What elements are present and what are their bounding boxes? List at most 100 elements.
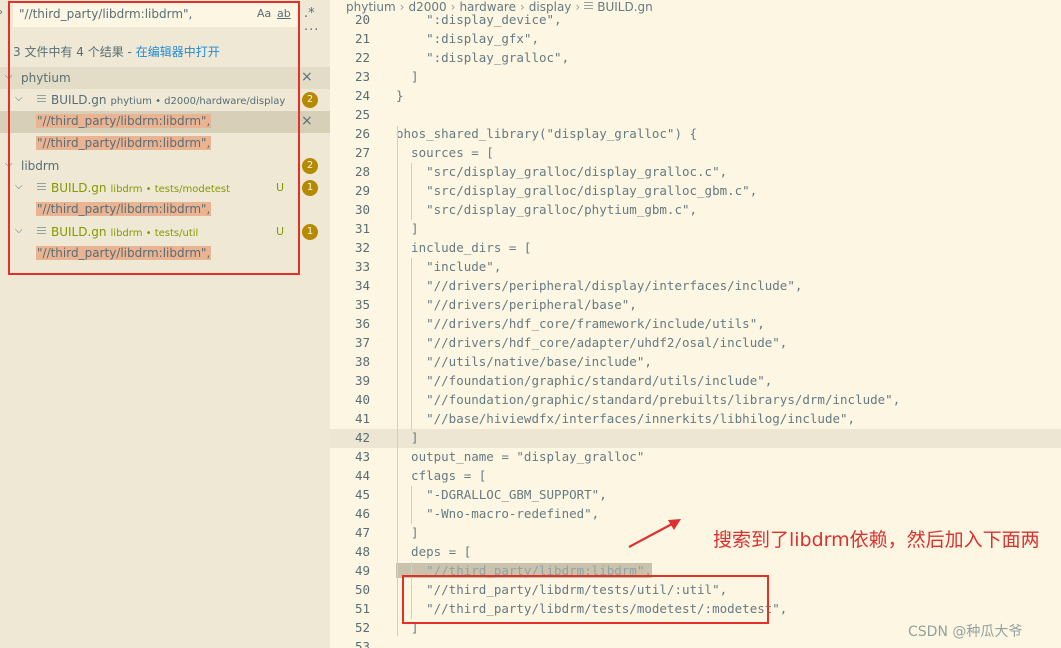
code-line[interactable]: 41 "//base/hiviewdfx/interfaces/innerkit… [330,410,1061,429]
code-text[interactable]: "src/display_gralloc/display_gralloc.c", [396,164,727,179]
code-line[interactable]: 22 ":display_gralloc", [330,49,1061,68]
code-line[interactable]: 23 ] [330,68,1061,87]
line-number: 40 [354,392,370,407]
code-editor[interactable]: phytium › d2000 › hardware › display › BUILD.gn … [330,0,1061,648]
match-count-badge: 2 [302,158,318,174]
line-number: 41 [354,411,370,426]
search-sidebar: › "//third_party/libdrm:libdrm", Aa ab .… [0,0,330,648]
line-number: 21 [354,31,370,46]
code-text[interactable]: ":display_gfx", [396,31,539,46]
code-line[interactable]: 25 [330,106,1061,125]
code-text[interactable]: ] [396,430,419,445]
code-line[interactable]: 28 "src/display_gralloc/display_gralloc.… [330,163,1061,182]
code-line[interactable]: 36 "//drivers/hdf_core/framework/include… [330,315,1061,334]
code-line[interactable]: 31 ] [330,220,1061,239]
code-line[interactable]: 27 sources = [ [330,144,1061,163]
code-line[interactable]: 20 ":display_device", [330,11,1061,30]
file-icon [584,2,594,11]
code-line[interactable]: 45 "-DGRALLOC_GBM_SUPPORT", [330,486,1061,505]
match-count-badge: 2 [302,92,318,108]
code-line[interactable]: 24} [330,87,1061,106]
code-text[interactable]: "//base/hiviewdfx/interfaces/innerkits/l… [396,411,855,426]
indent-guide [411,486,412,524]
code-text[interactable]: "//foundation/graphic/standard/prebuilts… [396,392,900,407]
code-line[interactable]: 30 "src/display_gralloc/phytium_gbm.c", [330,201,1061,220]
line-number: 49 [354,563,370,578]
line-number: 30 [354,202,370,217]
annotation-frame-deps [402,575,769,624]
code-line[interactable]: 38 "//utils/native/base/include", [330,353,1061,372]
code-text[interactable]: "src/display_gralloc/phytium_gbm.c", [396,202,697,217]
code-line[interactable]: 43 output_name = "display_gralloc" [330,448,1061,467]
line-number: 39 [354,373,370,388]
line-number: 25 [354,107,370,122]
line-number: 31 [354,221,370,236]
code-line[interactable]: 29 "src/display_gralloc/display_gralloc_… [330,182,1061,201]
line-number: 44 [354,468,370,483]
code-text[interactable]: ohos_shared_library("display_gralloc") { [396,126,697,141]
code-line[interactable]: 39 "//foundation/graphic/standard/utils/… [330,372,1061,391]
line-number: 37 [354,335,370,350]
code-text[interactable]: cflags = [ [396,468,486,483]
line-number: 34 [354,278,370,293]
code-text[interactable]: ] [396,69,419,84]
code-text[interactable]: ":display_gralloc", [396,50,569,65]
indent-guide [397,126,398,636]
line-number: 42 [354,430,370,445]
line-number: 35 [354,297,370,312]
code-text[interactable]: deps = [ [396,544,471,559]
code-line[interactable]: 34 "//drivers/peripheral/display/interfa… [330,277,1061,296]
code-line[interactable]: 37 "//drivers/hdf_core/adapter/uhdf2/osa… [330,334,1061,353]
line-number: 52 [354,620,370,635]
code-text[interactable]: ] [396,525,419,540]
line-number: 32 [354,240,370,255]
line-number: 46 [354,506,370,521]
line-number: 36 [354,316,370,331]
line-number: 38 [354,354,370,369]
code-line[interactable]: 32 include_dirs = [ [330,239,1061,258]
code-line[interactable]: 42 ] [330,429,1061,448]
code-lines[interactable]: 20 ":display_device", 21 ":display_gfx", 2… [330,11,1061,648]
code-text[interactable]: "//drivers/peripheral/base", [396,297,637,312]
line-number: 43 [354,449,370,464]
line-number: 23 [354,69,370,84]
code-text[interactable]: "//drivers/hdf_core/framework/include/ut… [396,316,765,331]
code-text[interactable]: "-DGRALLOC_GBM_SUPPORT", [396,487,607,502]
line-number: 50 [354,582,370,597]
annotation-frame-search [8,1,300,275]
code-text[interactable]: "//utils/native/base/include", [396,354,652,369]
code-text[interactable]: "src/display_gralloc/display_gralloc_gbm… [396,183,757,198]
code-line[interactable]: 26 ohos_shared_library("display_gralloc")… [330,125,1061,144]
code-text[interactable]: "//drivers/hdf_core/adapter/uhdf2/osal/i… [396,335,787,350]
code-line[interactable]: 35 "//drivers/peripheral/base", [330,296,1061,315]
more-options-icon[interactable]: ··· [304,23,319,38]
line-number: 47 [354,525,370,540]
indent-guide [411,163,412,220]
code-text[interactable]: output_name = "display_gralloc" [396,449,644,464]
line-number: 45 [354,487,370,502]
annotation-text: 搜索到了libdrm依赖，然后加入下面两 [713,529,1040,551]
line-number: 24 [354,88,370,103]
dismiss-icon[interactable]: × [301,113,313,129]
code-line[interactable]: 33 "include", [330,258,1061,277]
code-text[interactable]: include_dirs = [ [396,240,531,255]
match-count-badge: 1 [302,224,318,240]
code-line[interactable]: 21 ":display_gfx", [330,30,1061,49]
annotation-arrow-icon [628,519,681,548]
line-number: 27 [354,145,370,160]
code-text[interactable]: sources = [ [396,145,494,160]
code-text[interactable]: "//foundation/graphic/standard/utils/inc… [396,373,772,388]
code-line[interactable]: 40 "//foundation/graphic/standard/prebui… [330,391,1061,410]
code-text[interactable]: "-Wno-macro-redefined", [396,506,599,521]
code-text[interactable]: } [396,88,404,103]
regex-icon[interactable]: .* [304,6,315,21]
code-line[interactable]: 44 cflags = [ [330,467,1061,486]
code-text[interactable]: "//drivers/peripheral/display/interfaces… [396,278,802,293]
code-text[interactable]: ":display_device", [396,12,561,27]
code-line[interactable]: 46 "-Wno-macro-redefined", [330,505,1061,524]
line-number: 28 [354,164,370,179]
dismiss-icon[interactable]: × [301,69,313,85]
code-text[interactable]: ] [396,221,419,236]
line-number: 20 [354,12,370,27]
replace-toggle-icon[interactable]: › [0,7,3,18]
